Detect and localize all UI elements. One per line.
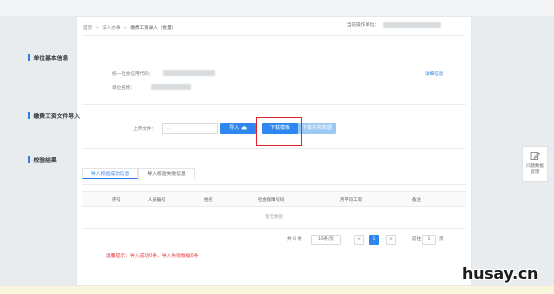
- page-size-value: 10条/页: [318, 237, 334, 242]
- tab-import-success[interactable]: 导入校验成功信息: [82, 168, 139, 179]
- result-tabs: 导入校验成功信息 导入校验失败信息: [82, 168, 195, 179]
- main-card: 首页 > 法人办事 > 缴费工资录入（批量） 当前操作单位：: [76, 16, 472, 286]
- section-result-title: 校验结果: [28, 155, 57, 164]
- page-size-select[interactable]: 10条/页: [311, 235, 341, 245]
- section-import-text: 缴费工资文件导入: [33, 114, 80, 120]
- credit-code-label: 统一社会信用代码：: [112, 72, 154, 77]
- current-unit-label: 当前操作单位：: [346, 23, 379, 28]
- goto-label: 前往: [412, 237, 422, 242]
- divider: [83, 35, 465, 36]
- feedback-widget[interactable]: 问题数据 反馈: [522, 146, 548, 182]
- section-basic-info-title: 单位基本信息: [28, 53, 68, 62]
- credit-code-value-redacted: [163, 70, 215, 76]
- next-page-button[interactable]: >: [386, 235, 396, 245]
- current-unit-value-redacted: [383, 22, 441, 28]
- bottom-strip: [0, 286, 554, 294]
- breadcrumb-separator: >: [123, 25, 128, 31]
- column-header: 月平均工资: [340, 198, 362, 203]
- current-page-button[interactable]: 1: [369, 235, 379, 245]
- section-marker: [28, 156, 30, 163]
- import-button-label: 导入: [229, 125, 240, 131]
- unit-name-label: 单位名称：: [112, 86, 135, 91]
- breadcrumb-current: 缴费工资录入（批量）: [130, 26, 177, 31]
- download-failed-data-button[interactable]: 下载失败数据: [298, 123, 336, 134]
- divider: [82, 148, 466, 149]
- edit-icon: [530, 152, 540, 160]
- breadcrumb: 首页 > 法人办事 > 缴费工资录入（批量）: [83, 22, 176, 34]
- divider: [82, 104, 466, 105]
- unit-name-value-redacted: [151, 84, 191, 90]
- breadcrumb-separator: >: [95, 25, 100, 31]
- import-button[interactable]: 导入: [220, 123, 256, 134]
- watermark: husay.cn: [462, 264, 539, 283]
- column-header: 人员编号: [148, 198, 166, 203]
- section-marker: [28, 54, 30, 61]
- table-empty-row: 暂无数据: [82, 207, 466, 229]
- top-band: [0, 0, 554, 16]
- file-path-input[interactable]: ...: [162, 123, 218, 134]
- feedback-line2: 反馈: [530, 170, 540, 175]
- goto-page-input[interactable]: 1: [422, 235, 436, 245]
- highlight-box: [256, 117, 302, 146]
- upload-file-label: 上传文件：: [133, 127, 156, 132]
- breadcrumb-legal-affairs[interactable]: 法人办事: [102, 25, 120, 31]
- warning-message: 温馨提示：导入成功0条，导入失败数据0条: [106, 254, 199, 259]
- prev-page-button[interactable]: <: [354, 235, 364, 245]
- table-header: 序号 人员编号 姓名 社会保障号码 月平均工资 备注: [82, 191, 466, 207]
- section-marker: [28, 112, 30, 119]
- cloud-upload-icon: [241, 125, 247, 129]
- section-result-text: 校验结果: [33, 158, 57, 164]
- column-header: 社会保障号码: [258, 198, 285, 203]
- tab-import-failure[interactable]: 导入校验失败信息: [138, 168, 195, 179]
- page-suffix: 页: [439, 237, 444, 242]
- detail-info-link[interactable]: 详细信息: [425, 71, 443, 77]
- pagination-total: 共 0 条: [287, 237, 303, 242]
- divider: [82, 184, 466, 185]
- current-unit: 当前操作单位：: [347, 22, 441, 28]
- section-import-title: 缴费工资文件导入: [28, 111, 80, 120]
- column-header: 序号: [112, 198, 121, 203]
- section-basic-info-text: 单位基本信息: [33, 56, 69, 62]
- column-header: 备注: [412, 198, 421, 203]
- column-header: 姓名: [204, 198, 213, 203]
- breadcrumb-home[interactable]: 首页: [83, 25, 92, 31]
